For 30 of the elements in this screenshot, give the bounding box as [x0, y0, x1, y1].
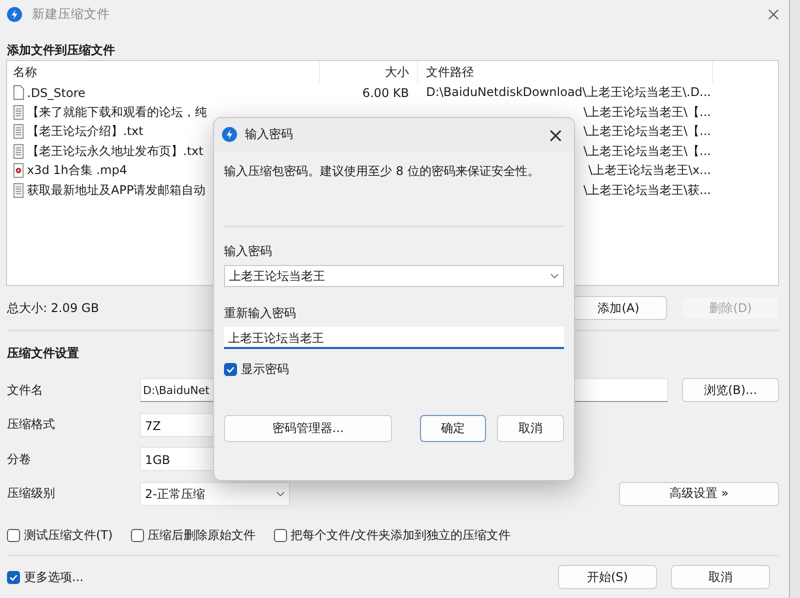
field-label: 重新输入密码: [224, 305, 297, 322]
file-path: \上老王论坛当老王\获...: [583, 182, 711, 197]
checkbox-label: 把每个文件/文件夹添加到独立的压缩文件: [290, 527, 511, 544]
file-size: 6.00 KB: [362, 86, 409, 100]
file-name: 【老王论坛介绍】.txt: [27, 123, 144, 140]
file-name: 【来了就能下载和观看的论坛，纯: [27, 104, 207, 121]
file-name: x3d 1h合集 .mp4: [27, 162, 127, 180]
field-label: 文件名: [7, 382, 44, 399]
file-path: \上老王论坛当老王\【...: [583, 144, 711, 158]
checkbox-label: 压缩后删除原始文件: [148, 527, 256, 544]
dialog-message: 输入压缩包密码。建议使用至少 8 位的密码来保证安全性。: [224, 163, 540, 180]
window-title: 新建压缩文件: [32, 6, 110, 22]
section-heading: 压缩文件设置: [7, 345, 79, 361]
file-path: \上老王论坛当老王\x...: [588, 163, 711, 178]
checkbox-label: 测试压缩文件(T): [24, 527, 113, 544]
field-label: 压缩格式: [7, 416, 56, 434]
file-name: .DS_Store: [27, 86, 86, 100]
file-name: 获取最新地址及APP请发邮箱自动: [27, 182, 206, 199]
total-size: 总大小: 2.09 GB: [7, 300, 99, 316]
file-name: 【老王论坛永久地址发布页】.txt: [27, 142, 204, 160]
field-label: 分卷: [7, 450, 32, 468]
file-path: \上老王论坛当老王\【...: [583, 124, 711, 138]
file-path: D:\BaiduNetdiskDownload\上老王论坛当老王\.D...: [426, 85, 711, 100]
field-label: 压缩级别: [7, 485, 56, 502]
checkbox-label: 更多选项...: [24, 568, 84, 586]
dialog-title: 输入密码: [245, 126, 293, 143]
checkbox-label: 显示密码: [241, 361, 289, 378]
file-path: \上老王论坛当老王\【...: [583, 104, 711, 119]
field-label: 输入密码: [224, 243, 273, 260]
section-heading: 添加文件到压缩文件: [7, 42, 115, 58]
